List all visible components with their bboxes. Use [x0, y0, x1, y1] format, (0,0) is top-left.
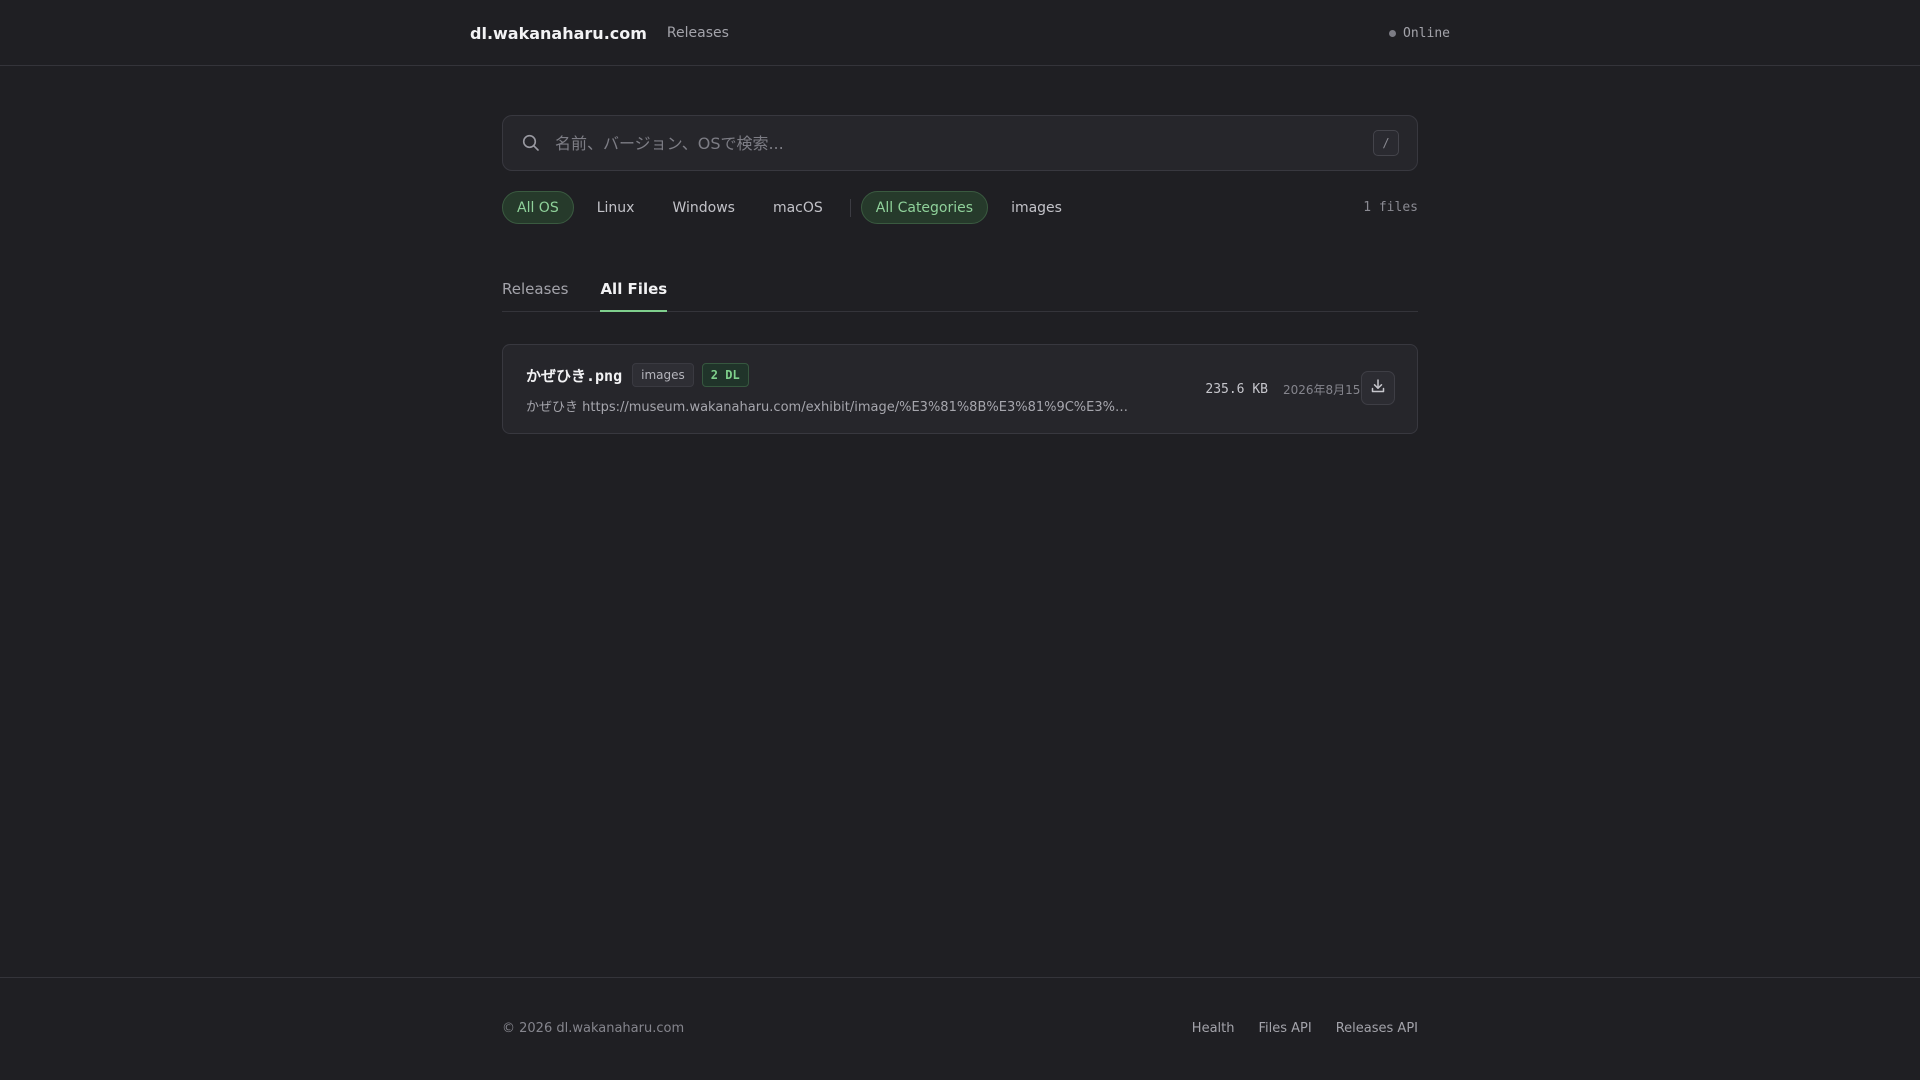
- filter-chip-linux[interactable]: Linux: [582, 191, 650, 224]
- page: dl.wakanaharu.com Releases Online / All …: [0, 0, 1920, 1080]
- filter-chip-macos[interactable]: macOS: [758, 191, 838, 224]
- top-bar-inner: dl.wakanaharu.com Releases Online: [470, 0, 1450, 66]
- status-dot-icon: [1389, 29, 1397, 37]
- file-name[interactable]: かぜひき.png: [526, 365, 622, 386]
- top-bar: dl.wakanaharu.com Releases Online: [0, 0, 1920, 66]
- status-indicator: Online: [1389, 26, 1450, 41]
- file-header: かぜひき.png images 2 DL: [526, 363, 749, 387]
- file-size: 235.6 KB: [1205, 381, 1268, 397]
- file-description: かぜひき https://museum.wakanaharu.com/exhib…: [526, 400, 1132, 415]
- filter-bar: All OS Linux Windows macOS All Categorie…: [502, 191, 1418, 224]
- search-shortcut-key: /: [1373, 130, 1399, 156]
- file-count: 1 files: [1363, 200, 1418, 215]
- footer-link-files-api[interactable]: Files API: [1259, 1021, 1312, 1036]
- filter-chip-images[interactable]: images: [996, 191, 1077, 224]
- tab-all-files[interactable]: All Files: [600, 276, 668, 312]
- site-brand[interactable]: dl.wakanaharu.com: [470, 24, 647, 43]
- footer-inner: © 2026 dl.wakanaharu.com Health Files AP…: [502, 1018, 1418, 1038]
- download-button[interactable]: [1361, 371, 1395, 405]
- status-label: Online: [1403, 25, 1450, 41]
- footer: © 2026 dl.wakanaharu.com Health Files AP…: [0, 977, 1920, 1080]
- copyright: © 2026 dl.wakanaharu.com: [502, 1020, 685, 1036]
- download-count-badge: 2 DL: [701, 363, 749, 387]
- search-icon: [521, 133, 541, 153]
- footer-link-health[interactable]: Health: [1192, 1021, 1235, 1036]
- filter-divider: [849, 198, 851, 217]
- footer-links: Health Files API Releases API: [1168, 1021, 1418, 1036]
- tab-releases[interactable]: Releases: [502, 276, 568, 312]
- download-icon: [1370, 378, 1386, 398]
- footer-link-releases-api[interactable]: Releases API: [1336, 1021, 1418, 1036]
- view-tabs: Releases All Files: [502, 276, 1418, 312]
- filter-chip-all-categories[interactable]: All Categories: [860, 191, 989, 224]
- filter-chip-all-os[interactable]: All OS: [502, 191, 574, 224]
- search-bar[interactable]: /: [502, 115, 1418, 171]
- search-input[interactable]: [555, 133, 1373, 153]
- filter-chip-windows[interactable]: Windows: [657, 191, 750, 224]
- category-tag: images: [632, 363, 694, 387]
- file-row: かぜひき.png images 2 DL かぜひき https://museum…: [502, 344, 1418, 434]
- nav-link-releases[interactable]: Releases: [667, 25, 729, 41]
